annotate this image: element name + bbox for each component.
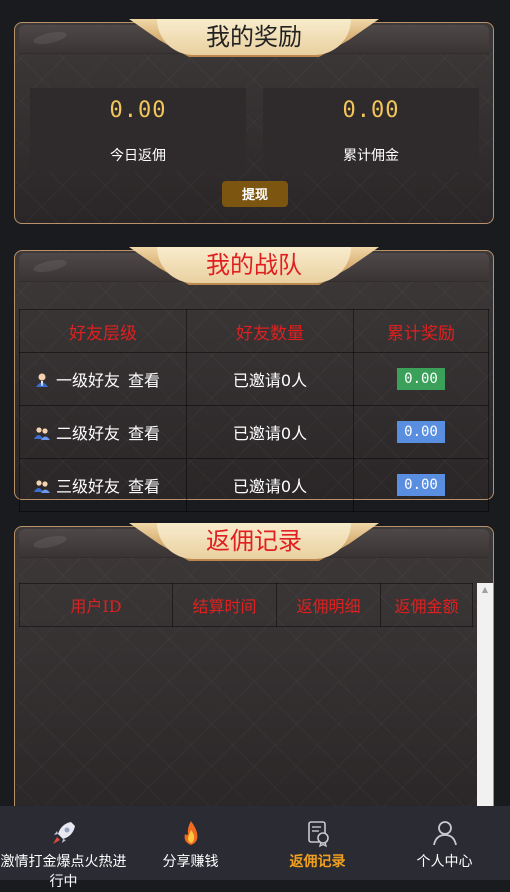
header-commission-detail: 返佣明细 [276, 583, 381, 627]
tab-personal-center[interactable]: 个人中心 [381, 806, 508, 880]
header-settle-time: 结算时间 [172, 583, 277, 627]
person-icon [432, 821, 457, 846]
tab-label: 激情打金爆点火热进行中 [0, 854, 127, 890]
team-table: 好友层级 好友数量 累计奖励 一级好友 查看 已邀请0人 0.00 二级好友 查看 … [19, 309, 489, 512]
friend-level-label: 三级好友 [56, 477, 121, 496]
tab-label: 分享赚钱 [162, 854, 219, 870]
total-commission-value: 0.00 [342, 98, 400, 123]
today-commission-box: 0.00 今日返佣 [30, 88, 246, 172]
team-row-level1: 一级好友 查看 已邀请0人 0.00 [19, 352, 489, 406]
bottom-tabbar: 激情打金爆点火热进行中 分享赚钱 返佣记录 个人中心 [0, 806, 510, 890]
scroll-up-arrow-icon[interactable]: ▲ [477, 583, 493, 597]
header-user-id: 用户ID [19, 583, 173, 627]
single-user-icon [36, 373, 48, 387]
invited-count: 已邀请0人 [186, 458, 354, 512]
today-commission-value: 0.00 [109, 98, 167, 123]
reward-badge: 0.00 [397, 368, 445, 390]
tab-commission-records[interactable]: 返佣记录 [254, 806, 381, 880]
records-title-ribbon: 返佣记录 [129, 519, 379, 563]
rewards-title: 我的奖励 [206, 23, 302, 51]
tab-hot-event[interactable]: 激情打金爆点火热进行中 [0, 806, 127, 890]
rewards-panel: 我的奖励 0.00 今日返佣 0.00 累计佣金 提现 [14, 19, 494, 224]
team-title: 我的战队 [206, 251, 302, 279]
reward-badge: 0.00 [397, 474, 445, 496]
team-panel: 我的战队 好友层级 好友数量 累计奖励 一级好友 查看 已邀请0人 0.00 二级… [14, 247, 494, 512]
tab-share-earn[interactable]: 分享赚钱 [127, 806, 254, 880]
view-level3-link[interactable]: 查看 [128, 477, 160, 496]
records-table-header: 用户ID 结算时间 返佣明细 返佣金额 [19, 583, 473, 627]
reward-badge: 0.00 [397, 421, 445, 443]
records-title: 返佣记录 [206, 527, 302, 555]
team-title-ribbon: 我的战队 [129, 243, 379, 287]
view-level1-link[interactable]: 查看 [128, 371, 160, 390]
invited-count: 已邀请0人 [186, 352, 354, 406]
document-icon [307, 821, 329, 848]
view-level2-link[interactable]: 查看 [128, 424, 160, 443]
friend-level-label: 二级好友 [56, 424, 121, 443]
team-row-level2: 二级好友 查看 已邀请0人 0.00 [19, 405, 489, 459]
tab-label: 个人中心 [416, 854, 473, 870]
rewards-title-ribbon: 我的奖励 [129, 15, 379, 59]
invited-count: 已邀请0人 [186, 405, 354, 459]
total-commission-label: 累计佣金 [343, 148, 399, 164]
records-table: 用户ID 结算时间 返佣明细 返佣金额 [19, 583, 473, 627]
header-commission-amount: 返佣金额 [380, 583, 473, 627]
header-friend-level: 好友层级 [19, 309, 187, 353]
group-users-icon [34, 427, 50, 440]
tab-label: 返佣记录 [289, 854, 346, 870]
group-users-icon [34, 480, 50, 493]
header-total-reward: 累计奖励 [353, 309, 489, 353]
header-friend-count: 好友数量 [186, 309, 354, 353]
rocket-icon [52, 822, 75, 844]
team-table-header: 好友层级 好友数量 累计奖励 [19, 309, 489, 353]
total-commission-box: 0.00 累计佣金 [263, 88, 479, 172]
records-scrollbar[interactable]: ▲ [477, 583, 493, 825]
today-commission-label: 今日返佣 [110, 148, 166, 164]
flame-icon [184, 821, 197, 845]
withdraw-button[interactable]: 提现 [222, 181, 288, 207]
team-row-level3: 三级好友 查看 已邀请0人 0.00 [19, 458, 489, 512]
friend-level-label: 一级好友 [56, 371, 121, 390]
records-panel: 返佣记录 用户ID 结算时间 返佣明细 返佣金额 ▲ [14, 523, 494, 826]
